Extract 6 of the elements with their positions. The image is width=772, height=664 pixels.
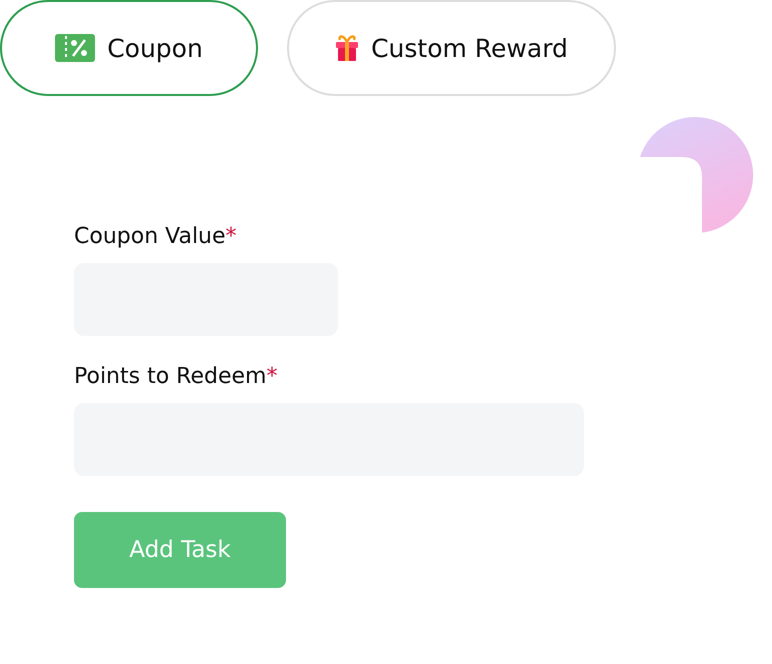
- tab[interactable]: Coupon: [0, 0, 258, 96]
- coupon-icon: [55, 34, 96, 62]
- tab[interactable]: Custom Reward: [287, 0, 616, 96]
- gift-icon: [335, 34, 360, 62]
- field-label: Coupon Value*: [74, 223, 238, 251]
- field-label: Points to Redeem*: [74, 363, 278, 391]
